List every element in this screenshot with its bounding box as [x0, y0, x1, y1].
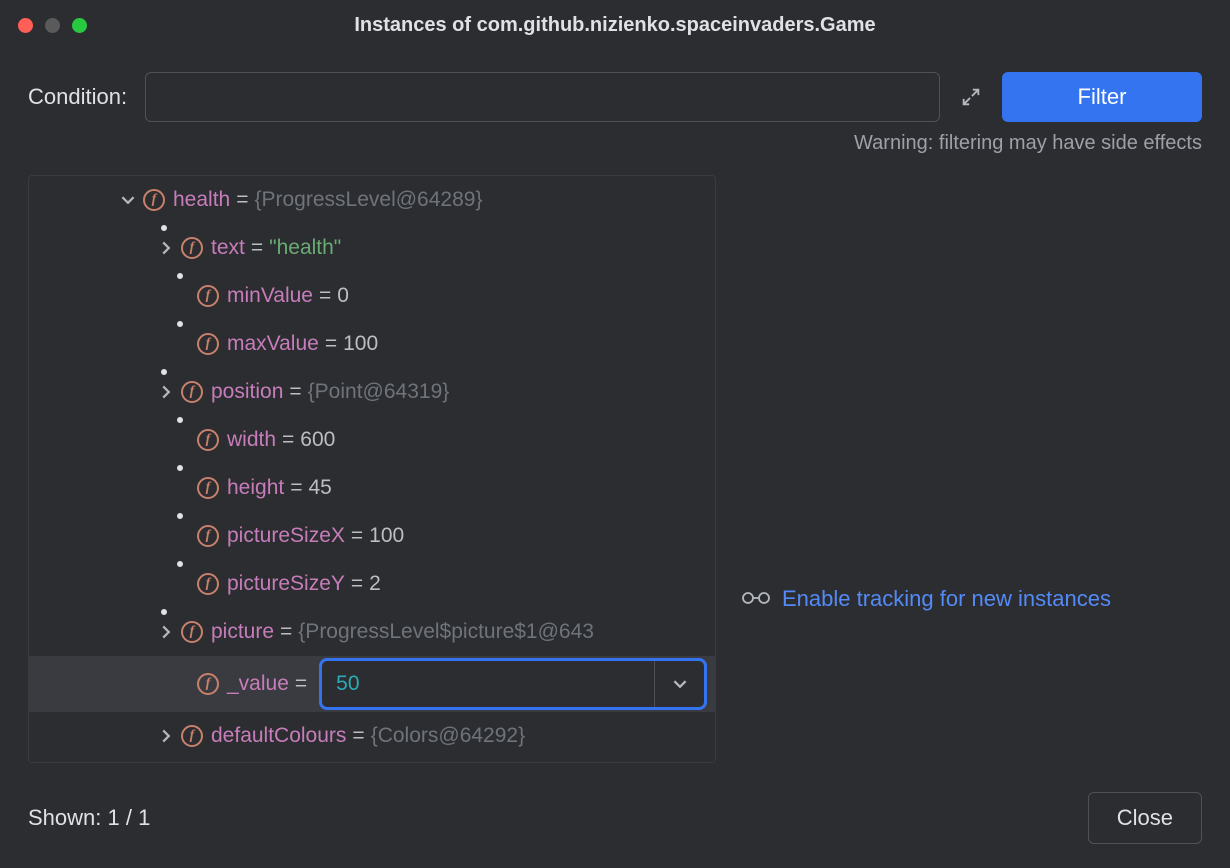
field-name: minValue: [227, 284, 313, 308]
field-icon: f: [143, 189, 165, 211]
field-icon: f: [181, 621, 203, 643]
field-name: _value: [227, 672, 289, 696]
tree-row-text[interactable]: f text = "health": [29, 224, 715, 272]
condition-label: Condition:: [28, 84, 127, 110]
field-value: 2: [369, 572, 381, 596]
warning-text: Warning: filtering may have side effects: [0, 122, 1230, 155]
value-edit-box[interactable]: [319, 658, 707, 710]
shown-label: Shown: 1 / 1: [28, 805, 150, 831]
enable-tracking-link[interactable]: Enable tracking for new instances: [782, 586, 1111, 612]
field-icon: f: [197, 429, 219, 451]
field-icon: f: [197, 477, 219, 499]
field-name: maxValue: [227, 332, 319, 356]
chevron-down-icon[interactable]: [119, 193, 137, 207]
tree-row-height[interactable]: f height = 45: [29, 464, 715, 512]
field-value: 100: [343, 332, 378, 356]
tree-row-width[interactable]: f width = 600: [29, 416, 715, 464]
field-name: position: [211, 380, 283, 404]
field-icon: f: [197, 673, 219, 695]
field-icon: f: [197, 525, 219, 547]
field-value: {Point@64319}: [308, 380, 450, 404]
field-name: text: [211, 236, 245, 260]
traffic-lights: [18, 18, 87, 33]
expand-icon[interactable]: [958, 84, 984, 110]
field-value: 600: [300, 428, 335, 452]
chevron-right-icon[interactable]: [157, 625, 175, 639]
condition-input[interactable]: [145, 72, 940, 122]
tree-row-defaultcolours[interactable]: f defaultColours = {Colors@64292}: [29, 712, 715, 760]
tree-row-minvalue[interactable]: f minValue = 0: [29, 272, 715, 320]
glasses-icon: [740, 586, 772, 612]
tree-row-picsizey[interactable]: f pictureSizeY = 2: [29, 560, 715, 608]
field-value: 0: [337, 284, 349, 308]
tree-row-picture[interactable]: f picture = {ProgressLevel$picture$1@643: [29, 608, 715, 656]
field-icon: f: [181, 725, 203, 747]
field-value: {Colors@64292}: [371, 724, 525, 748]
window-minimize[interactable]: [45, 18, 60, 33]
tree-row-health[interactable]: f health = {ProgressLevel@64289}: [29, 176, 715, 224]
field-value: {ProgressLevel$picture$1@643: [298, 620, 594, 644]
field-name: width: [227, 428, 276, 452]
filter-button[interactable]: Filter: [1002, 72, 1202, 122]
field-icon: f: [181, 381, 203, 403]
field-name: height: [227, 476, 284, 500]
tree-row-value-editing[interactable]: f _value =: [29, 656, 715, 712]
close-button[interactable]: Close: [1088, 792, 1202, 844]
field-value: "health": [269, 236, 341, 260]
window-maximize[interactable]: [72, 18, 87, 33]
field-name: pictureSizeY: [227, 572, 345, 596]
field-icon: f: [197, 573, 219, 595]
field-value: 100: [369, 524, 404, 548]
tree-row-picsizex[interactable]: f pictureSizeX = 100: [29, 512, 715, 560]
chevron-right-icon[interactable]: [157, 241, 175, 255]
field-name: defaultColours: [211, 724, 346, 748]
tree-row-position[interactable]: f position = {Point@64319}: [29, 368, 715, 416]
field-icon: f: [197, 285, 219, 307]
field-value: {ProgressLevel@64289}: [254, 188, 482, 212]
tree-row-maxvalue[interactable]: f maxValue = 100: [29, 320, 715, 368]
dropdown-toggle[interactable]: [654, 661, 704, 707]
window-close[interactable]: [18, 18, 33, 33]
equals: =: [236, 188, 248, 212]
field-name: pictureSizeX: [227, 524, 345, 548]
window-title: Instances of com.github.nizienko.spacein…: [0, 14, 1230, 37]
field-value: 45: [308, 476, 331, 500]
chevron-right-icon[interactable]: [157, 385, 175, 399]
field-name: health: [173, 188, 230, 212]
tree-panel[interactable]: f health = {ProgressLevel@64289} f text …: [28, 175, 716, 763]
field-icon: f: [197, 333, 219, 355]
titlebar: Instances of com.github.nizienko.spacein…: [0, 0, 1230, 50]
field-name: picture: [211, 620, 274, 644]
value-input[interactable]: [322, 661, 654, 707]
chevron-right-icon[interactable]: [157, 729, 175, 743]
field-icon: f: [181, 237, 203, 259]
